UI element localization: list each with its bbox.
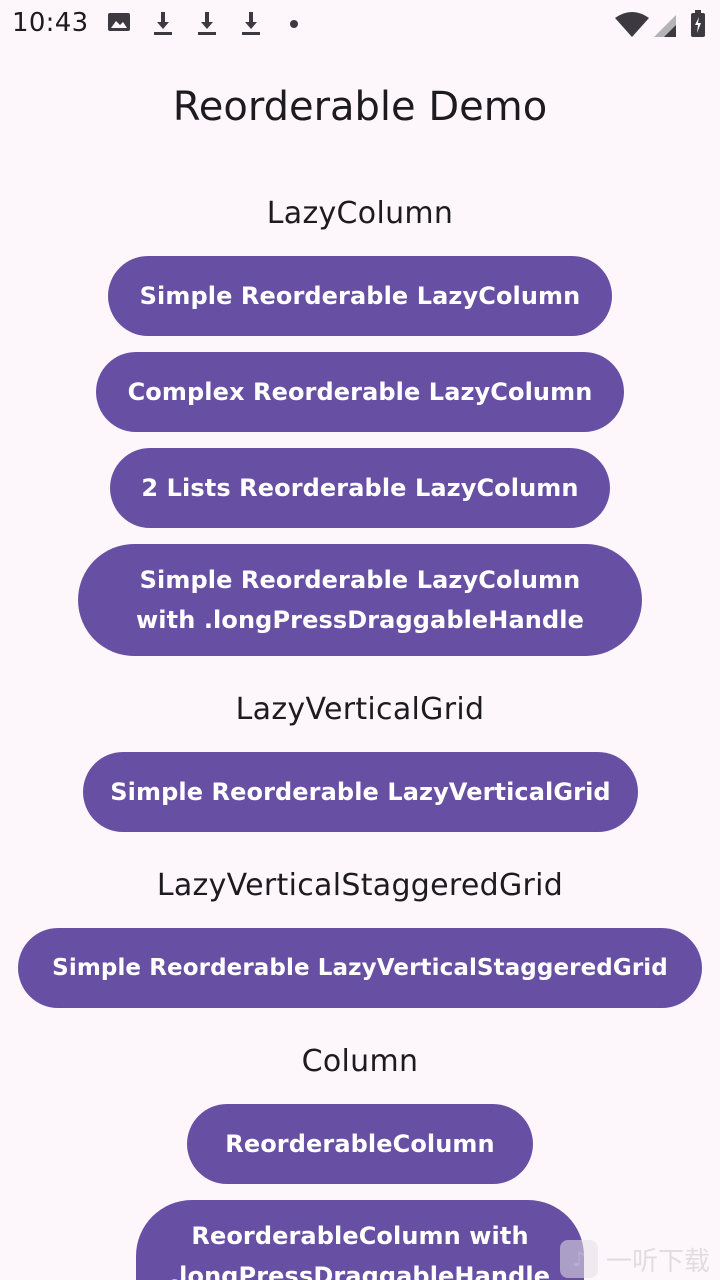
status-time: 10:43 bbox=[12, 8, 89, 38]
reorderablecolumn-longpress-button[interactable]: ReorderableColumn with .longPressDraggab… bbox=[136, 1200, 584, 1280]
download-icon bbox=[154, 12, 172, 35]
simple-reorderable-lazycolumn-button[interactable]: Simple Reorderable LazyColumn bbox=[108, 256, 612, 336]
wifi-icon bbox=[615, 12, 649, 37]
dot-icon bbox=[290, 20, 298, 28]
simple-reorderable-lazycolumn-longpress-button[interactable]: Simple Reorderable LazyColumn with .long… bbox=[78, 544, 642, 656]
signal-icon bbox=[654, 15, 676, 37]
watermark: ♪ 一听下载 bbox=[560, 1238, 720, 1280]
image-icon bbox=[108, 13, 130, 31]
simple-reorderable-lazyverticalgrid-button[interactable]: Simple Reorderable LazyVerticalGrid bbox=[83, 752, 638, 832]
simple-reorderable-lazyverticalstaggeredgrid-button[interactable]: Simple Reorderable LazyVerticalStaggered… bbox=[18, 928, 702, 1008]
watermark-text: 一听下载 bbox=[606, 1246, 711, 1277]
status-bar: 10:43 bbox=[0, 0, 720, 50]
battery-icon bbox=[691, 10, 705, 37]
page-title: Reorderable Demo bbox=[172, 84, 548, 130]
download-icon bbox=[198, 12, 216, 35]
section-title-lazycolumn: LazyColumn bbox=[266, 196, 454, 231]
section-title-lazyverticalgrid: LazyVerticalGrid bbox=[235, 692, 485, 727]
complex-reorderable-lazycolumn-button[interactable]: Complex Reorderable LazyColumn bbox=[96, 352, 624, 432]
two-lists-reorderable-lazycolumn-button[interactable]: 2 Lists Reorderable LazyColumn bbox=[110, 448, 610, 528]
reorderablecolumn-button[interactable]: ReorderableColumn bbox=[187, 1104, 533, 1184]
watermark-logo-icon: ♪ bbox=[560, 1240, 598, 1278]
download-icon bbox=[242, 12, 260, 35]
section-title-lazyverticalstaggeredgrid: LazyVerticalStaggeredGrid bbox=[156, 868, 564, 903]
section-title-column: Column bbox=[301, 1044, 419, 1079]
